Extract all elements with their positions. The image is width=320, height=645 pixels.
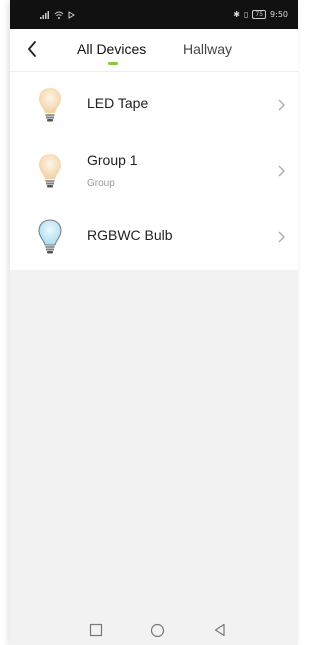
recent-apps-button[interactable] xyxy=(89,623,103,637)
tab-all-devices[interactable]: All Devices xyxy=(77,41,146,57)
app-screen: ✱ ▯ 75 9:50 All Devices Hallway LED Tape… xyxy=(10,0,298,645)
tab-hallway[interactable]: Hallway xyxy=(183,41,232,57)
back-arrow-icon xyxy=(28,41,36,57)
chevron-right-icon xyxy=(278,231,285,243)
device-row-led-tape[interactable]: LED Tape xyxy=(10,72,298,138)
system-navigation-bar xyxy=(10,615,298,645)
device-name: Group 1 xyxy=(87,152,138,168)
active-tab-indicator xyxy=(108,62,118,65)
signal-icon xyxy=(40,10,49,19)
warm-bulb-icon xyxy=(39,88,61,122)
home-button[interactable] xyxy=(150,623,165,638)
vibrate-icon: ▯ xyxy=(243,10,249,19)
clock: 9:50 xyxy=(270,10,288,19)
device-list: LED Tape Group 1 Group RGBWC Bulb xyxy=(10,72,298,270)
cast-icon xyxy=(68,10,75,19)
status-bar: ✱ ▯ 75 9:50 xyxy=(10,0,298,29)
back-nav-button[interactable] xyxy=(213,623,227,637)
device-name: LED Tape xyxy=(87,95,149,111)
device-row-rgbwc-bulb[interactable]: RGBWC Bulb xyxy=(10,204,298,270)
status-icons-left xyxy=(40,10,75,19)
blue-bulb-icon xyxy=(38,219,62,254)
bluetooth-icon: ✱ xyxy=(233,10,240,19)
back-button[interactable] xyxy=(22,38,42,60)
wifi-icon xyxy=(54,11,64,19)
battery-icon: 75 xyxy=(252,10,267,19)
chevron-right-icon xyxy=(278,99,285,111)
device-subtitle: Group xyxy=(87,178,115,189)
top-navigation: All Devices Hallway xyxy=(10,29,298,72)
chevron-right-icon xyxy=(278,165,285,177)
status-icons-right: ✱ ▯ 75 9:50 xyxy=(233,10,288,19)
device-name: RGBWC Bulb xyxy=(87,227,173,243)
warm-bulb-icon xyxy=(39,154,61,188)
device-row-group-1[interactable]: Group 1 Group xyxy=(10,138,298,204)
